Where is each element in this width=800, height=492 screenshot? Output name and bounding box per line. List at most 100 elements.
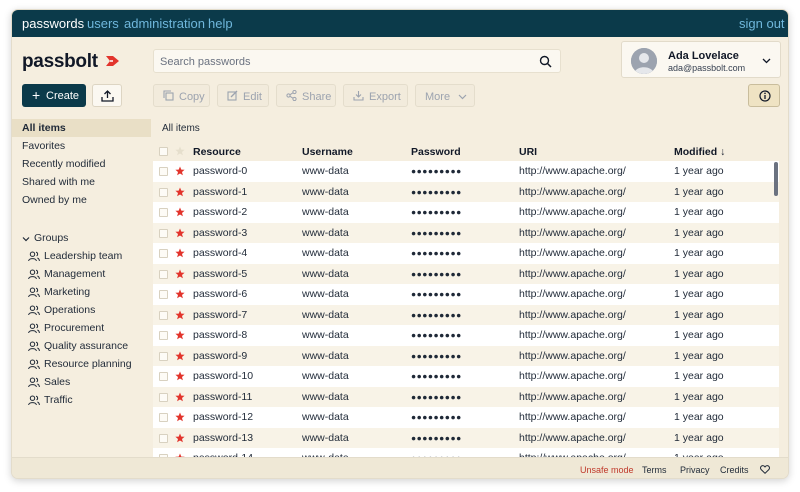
- column-uri[interactable]: URI: [519, 146, 537, 158]
- cell-username[interactable]: www-data: [302, 370, 349, 382]
- table-row[interactable]: password-11 www-data ●●●●●●●●● http://www.a…: [153, 386, 779, 407]
- select-all-checkbox[interactable]: [159, 147, 168, 156]
- cell-password[interactable]: ●●●●●●●●●: [411, 228, 462, 238]
- cell-uri[interactable]: http://www.apache.org/: [519, 309, 626, 321]
- nav-administration[interactable]: administration: [124, 16, 205, 31]
- search-input[interactable]: [160, 53, 530, 70]
- cell-username[interactable]: www-data: [302, 309, 349, 321]
- create-button[interactable]: + Create: [22, 84, 86, 107]
- star-icon[interactable]: [175, 330, 185, 340]
- cell-password[interactable]: ●●●●●●●●●: [411, 310, 462, 320]
- cell-uri[interactable]: http://www.apache.org/: [519, 391, 626, 403]
- cell-password[interactable]: ●●●●●●●●●: [411, 248, 462, 258]
- star-icon[interactable]: [175, 269, 185, 279]
- cell-uri[interactable]: http://www.apache.org/: [519, 329, 626, 341]
- cell-password[interactable]: ●●●●●●●●●: [411, 412, 462, 422]
- row-checkbox[interactable]: [159, 167, 168, 176]
- cell-username[interactable]: www-data: [302, 288, 349, 300]
- cell-username[interactable]: www-data: [302, 411, 349, 423]
- table-row[interactable]: password-2 www-data ●●●●●●●●● http://www.ap…: [153, 202, 779, 223]
- cell-uri[interactable]: http://www.apache.org/: [519, 350, 626, 362]
- privacy-link[interactable]: Privacy: [680, 465, 710, 475]
- import-button[interactable]: [92, 84, 122, 107]
- filter-recently-modified[interactable]: Recently modified: [12, 155, 151, 173]
- export-button[interactable]: Export: [343, 84, 408, 107]
- column-resource[interactable]: Resource: [193, 146, 241, 158]
- info-button[interactable]: [748, 84, 780, 107]
- star-icon[interactable]: [175, 248, 185, 258]
- row-checkbox[interactable]: [159, 331, 168, 340]
- star-icon[interactable]: [175, 371, 185, 381]
- cell-uri[interactable]: http://www.apache.org/: [519, 227, 626, 239]
- row-checkbox[interactable]: [159, 269, 168, 279]
- cell-password[interactable]: ●●●●●●●●●: [411, 269, 462, 279]
- table-row[interactable]: password-4 www-data ●●●●●●●●● http://www.ap…: [153, 243, 779, 264]
- table-row[interactable]: password-5 www-data ●●●●●●●●● http://www.ap…: [153, 263, 779, 284]
- row-checkbox[interactable]: [159, 208, 168, 217]
- row-checkbox[interactable]: [159, 187, 168, 197]
- table-row[interactable]: password-1 www-data ●●●●●●●●● http://www.ap…: [153, 181, 779, 202]
- cell-uri[interactable]: http://www.apache.org/: [519, 411, 626, 423]
- cell-username[interactable]: www-data: [302, 432, 349, 444]
- edit-button[interactable]: Edit: [217, 84, 269, 107]
- cell-username[interactable]: www-data: [302, 350, 349, 362]
- row-checkbox[interactable]: [159, 310, 168, 320]
- star-icon[interactable]: [175, 351, 185, 361]
- nav-users[interactable]: users: [87, 16, 119, 31]
- cell-uri[interactable]: http://www.apache.org/: [519, 247, 626, 259]
- row-checkbox[interactable]: [159, 392, 168, 402]
- user-profile-dropdown[interactable]: Ada Lovelace ada@passbolt.com: [621, 41, 781, 78]
- cell-uri[interactable]: http://www.apache.org/: [519, 268, 626, 280]
- table-row[interactable]: password-12 www-data ●●●●●●●●● http://www.a…: [153, 407, 779, 428]
- table-row[interactable]: password-6 www-data ●●●●●●●●● http://www.ap…: [153, 284, 779, 305]
- table-row[interactable]: password-0 www-data ●●●●●●●●● http://www.ap…: [153, 161, 779, 182]
- row-checkbox[interactable]: [159, 372, 168, 381]
- heart-icon[interactable]: [760, 465, 770, 474]
- cell-password[interactable]: ●●●●●●●●●: [411, 351, 462, 361]
- cell-password[interactable]: ●●●●●●●●●: [411, 207, 462, 217]
- cell-password[interactable]: ●●●●●●●●●: [411, 392, 462, 402]
- table-row[interactable]: password-13 www-data ●●●●●●●●● http://www.a…: [153, 427, 779, 448]
- more-button[interactable]: More: [415, 84, 475, 107]
- scrollbar-thumb[interactable]: [774, 162, 778, 196]
- grid-scrollbar[interactable]: [774, 161, 779, 458]
- star-icon[interactable]: [175, 289, 185, 299]
- star-icon[interactable]: [175, 412, 185, 422]
- cell-username[interactable]: www-data: [302, 165, 349, 177]
- sign-out-link[interactable]: sign out: [739, 16, 785, 31]
- cell-username[interactable]: www-data: [302, 227, 349, 239]
- row-checkbox[interactable]: [159, 413, 168, 422]
- star-icon[interactable]: [175, 166, 185, 176]
- cell-uri[interactable]: http://www.apache.org/: [519, 165, 626, 177]
- copy-button[interactable]: Copy: [153, 84, 210, 107]
- star-icon[interactable]: [175, 207, 185, 217]
- star-icon[interactable]: [175, 392, 185, 402]
- column-username[interactable]: Username: [302, 146, 353, 158]
- cell-password[interactable]: ●●●●●●●●●: [411, 166, 462, 176]
- filter-all-items[interactable]: All items: [12, 119, 151, 137]
- filter-shared-with-me[interactable]: Shared with me: [12, 173, 151, 191]
- share-button[interactable]: Share: [276, 84, 336, 107]
- table-row[interactable]: password-8 www-data ●●●●●●●●● http://www.ap…: [153, 325, 779, 346]
- star-icon[interactable]: [175, 310, 185, 320]
- cell-username[interactable]: www-data: [302, 268, 349, 280]
- table-row[interactable]: password-7 www-data ●●●●●●●●● http://www.ap…: [153, 304, 779, 325]
- cell-password[interactable]: ●●●●●●●●●: [411, 433, 462, 443]
- column-modified[interactable]: Modified ↓: [674, 146, 725, 158]
- row-checkbox[interactable]: [159, 433, 168, 443]
- cell-username[interactable]: www-data: [302, 206, 349, 218]
- cell-password[interactable]: ●●●●●●●●●: [411, 289, 462, 299]
- row-checkbox[interactable]: [159, 290, 168, 299]
- cell-username[interactable]: www-data: [302, 391, 349, 403]
- star-icon[interactable]: [175, 433, 185, 443]
- table-row[interactable]: password-3 www-data ●●●●●●●●● http://www.ap…: [153, 222, 779, 243]
- row-checkbox[interactable]: [159, 228, 168, 238]
- filter-favorites[interactable]: Favorites: [12, 137, 151, 155]
- nav-help[interactable]: help: [208, 16, 233, 31]
- row-checkbox[interactable]: [159, 351, 168, 361]
- cell-uri[interactable]: http://www.apache.org/: [519, 186, 626, 198]
- cell-username[interactable]: www-data: [302, 329, 349, 341]
- search-icon[interactable]: [539, 55, 552, 68]
- cell-password[interactable]: ●●●●●●●●●: [411, 330, 462, 340]
- cell-username[interactable]: www-data: [302, 186, 349, 198]
